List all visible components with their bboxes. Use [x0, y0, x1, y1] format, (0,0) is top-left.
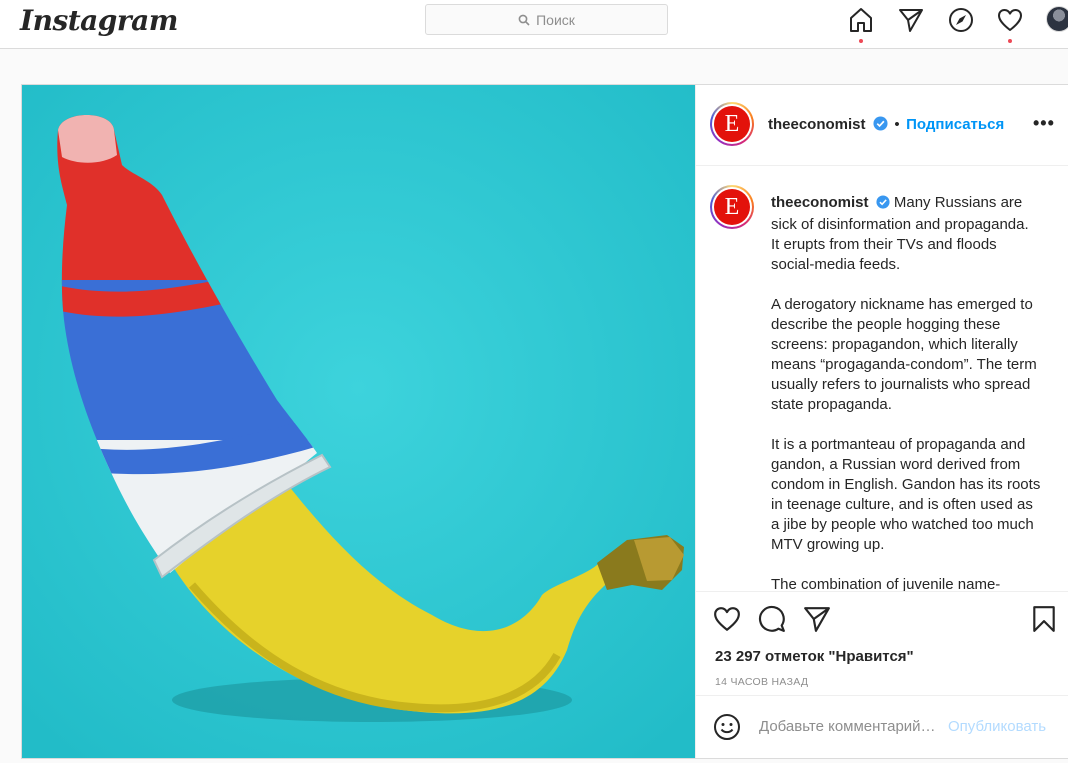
- save-icon[interactable]: [1029, 604, 1059, 634]
- instagram-logo[interactable]: Instagram: [20, 4, 178, 37]
- search-icon: [518, 14, 530, 26]
- author-username[interactable]: theeconomist: [768, 116, 866, 133]
- direct-icon[interactable]: [896, 5, 926, 35]
- separator-dot: •: [894, 116, 900, 133]
- top-navigation-bar: Instagram Поиск: [0, 0, 1068, 49]
- author-avatar-letter: E: [714, 106, 750, 142]
- follow-button[interactable]: Подписаться: [906, 116, 1004, 133]
- caption-verified-icon: [876, 195, 890, 215]
- post-actions: 23 297 отметок "Нравится" 14 ЧАСОВ НАЗАД: [696, 591, 1068, 695]
- search-input[interactable]: Поиск: [425, 4, 668, 35]
- caption-paragraph-4: The combination of juvenile name-: [771, 576, 1001, 591]
- post-card: E theeconomist • Подписаться ••• E theec…: [21, 84, 1068, 759]
- post-image[interactable]: [22, 85, 695, 758]
- add-comment-bar: Добавьте комментарий… Опубликовать: [696, 695, 1068, 758]
- post-timestamp[interactable]: 14 ЧАСОВ НАЗАД: [715, 676, 808, 688]
- post-header: E theeconomist • Подписаться •••: [696, 85, 1068, 166]
- caption-username[interactable]: theeconomist: [771, 194, 869, 211]
- caption-paragraph-2: A derogatory nickname has emerged to des…: [771, 296, 1037, 413]
- search-placeholder: Поиск: [536, 11, 575, 28]
- comment-icon[interactable]: [757, 604, 787, 634]
- explore-icon[interactable]: [946, 5, 976, 35]
- home-icon[interactable]: [846, 5, 876, 35]
- caption-paragraph-3: It is a portmanteau of propaganda and ga…: [771, 436, 1041, 553]
- comments-area[interactable]: E theeconomist Many Russians are sick of…: [696, 167, 1068, 591]
- comment-input[interactable]: Добавьте комментарий…: [759, 718, 936, 735]
- post-side-panel: E theeconomist • Подписаться ••• E theec…: [695, 85, 1068, 758]
- publish-button[interactable]: Опубликовать: [948, 718, 1046, 735]
- emoji-icon[interactable]: [713, 713, 741, 746]
- caption-avatar-letter: E: [714, 189, 750, 225]
- caption-author-avatar[interactable]: E: [710, 185, 754, 229]
- post-caption: theeconomist Many Russians are sick of d…: [771, 193, 1041, 591]
- activity-notification-dot: [1008, 39, 1012, 43]
- like-icon[interactable]: [712, 604, 742, 634]
- home-notification-dot: [859, 39, 863, 43]
- profile-avatar[interactable]: [1046, 6, 1068, 32]
- likes-count[interactable]: 23 297 отметок "Нравится": [715, 648, 914, 665]
- activity-icon[interactable]: [995, 5, 1025, 35]
- banana-condom-illustration: [22, 85, 695, 758]
- share-icon[interactable]: [802, 604, 832, 634]
- verified-badge-icon: [873, 116, 888, 136]
- more-options-icon[interactable]: •••: [1033, 113, 1055, 134]
- author-avatar[interactable]: E: [710, 102, 754, 146]
